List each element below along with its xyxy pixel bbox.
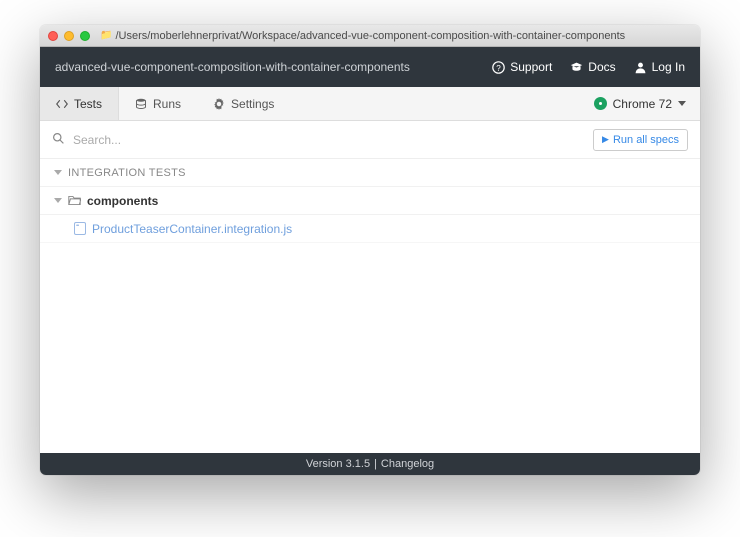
changelog-link[interactable]: Changelog — [381, 458, 434, 470]
chevron-down-icon — [54, 170, 62, 175]
folder-icon: 📁 — [100, 30, 112, 41]
tab-runs-label: Runs — [153, 97, 181, 111]
search-row: ▶ Run all specs — [40, 121, 700, 159]
tab-settings[interactable]: Settings — [197, 87, 290, 120]
tab-tests[interactable]: Tests — [40, 87, 119, 120]
tab-tests-label: Tests — [74, 97, 102, 111]
login-link[interactable]: Log In — [634, 60, 685, 74]
database-icon — [135, 98, 147, 110]
window-controls — [48, 31, 90, 41]
maximize-icon[interactable] — [80, 31, 90, 41]
graduation-cap-icon — [570, 61, 583, 74]
spec-tree: Integration Tests components ProductTeas… — [40, 159, 700, 453]
gear-icon — [213, 98, 225, 110]
support-link[interactable]: ? Support — [492, 60, 552, 74]
support-label: Support — [510, 60, 552, 74]
code-icon — [56, 98, 68, 110]
question-icon: ? — [492, 61, 505, 74]
chevron-down-icon — [678, 101, 686, 106]
window-title: /Users/moberlehnerprivat/Workspace/advan… — [115, 30, 625, 42]
svg-text:?: ? — [496, 63, 501, 72]
footer: Version 3.1.5 | Changelog — [40, 453, 700, 475]
project-name: advanced-vue-component-composition-with-… — [55, 60, 474, 74]
tree-section-header[interactable]: Integration Tests — [40, 159, 700, 187]
chevron-down-icon — [54, 198, 62, 203]
docs-label: Docs — [588, 60, 615, 74]
search-icon — [52, 132, 65, 148]
chrome-icon — [594, 97, 607, 110]
docs-link[interactable]: Docs — [570, 60, 615, 74]
section-label: Integration Tests — [68, 167, 186, 179]
tree-file[interactable]: ProductTeaserContainer.integration.js — [40, 215, 700, 243]
file-icon — [74, 222, 86, 235]
folder-label: components — [87, 194, 158, 208]
run-all-specs-button[interactable]: ▶ Run all specs — [593, 129, 688, 151]
user-icon — [634, 61, 647, 74]
search-input[interactable] — [73, 133, 585, 147]
tabbar: Tests Runs Settings Chrome 72 — [40, 87, 700, 121]
version-label: Version 3.1.5 — [306, 458, 370, 470]
tree-folder[interactable]: components — [40, 187, 700, 215]
run-all-label: Run all specs — [613, 134, 679, 146]
browser-label: Chrome 72 — [613, 97, 672, 111]
minimize-icon[interactable] — [64, 31, 74, 41]
play-icon: ▶ — [602, 134, 609, 145]
tab-settings-label: Settings — [231, 97, 274, 111]
close-icon[interactable] — [48, 31, 58, 41]
tab-runs[interactable]: Runs — [119, 87, 197, 120]
folder-open-icon — [68, 194, 81, 207]
separator: | — [374, 458, 377, 470]
app-header: advanced-vue-component-composition-with-… — [40, 47, 700, 87]
file-label: ProductTeaserContainer.integration.js — [92, 222, 292, 236]
app-window: 📁 /Users/moberlehnerprivat/Workspace/adv… — [40, 25, 700, 475]
window-titlebar: 📁 /Users/moberlehnerprivat/Workspace/adv… — [40, 25, 700, 47]
browser-selector[interactable]: Chrome 72 — [580, 87, 700, 120]
login-label: Log In — [652, 60, 685, 74]
